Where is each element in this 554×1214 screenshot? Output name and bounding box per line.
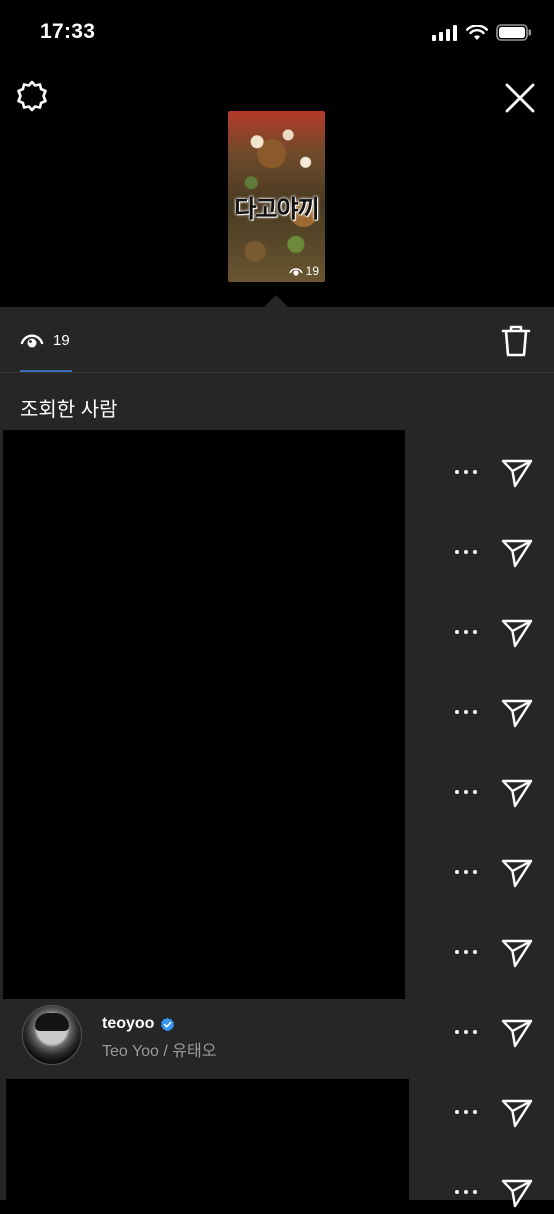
viewer-row-actions	[446, 535, 534, 569]
status-time: 17:33	[40, 20, 96, 43]
redacted-viewers-block	[6, 1079, 409, 1200]
send-icon[interactable]	[500, 455, 534, 489]
viewer-row-actions	[446, 855, 534, 889]
verified-badge-icon	[161, 1017, 175, 1031]
more-icon[interactable]	[446, 1017, 486, 1047]
viewer-row-actions	[446, 695, 534, 729]
viewer-row-actions	[446, 775, 534, 809]
more-icon[interactable]	[446, 617, 486, 647]
avatar[interactable]	[22, 1005, 82, 1065]
viewer-row-actions	[446, 1095, 534, 1129]
more-icon[interactable]	[446, 697, 486, 727]
tab-divider	[0, 372, 554, 373]
eye-icon	[20, 334, 44, 348]
status-icons	[432, 24, 532, 41]
more-icon[interactable]	[446, 857, 486, 887]
viewers-section-title: 조회한 사람	[20, 399, 118, 421]
viewer-row-actions	[446, 1015, 534, 1049]
send-icon[interactable]	[500, 1175, 534, 1209]
battery-icon	[496, 24, 531, 41]
more-icon[interactable]	[446, 777, 486, 807]
story-thumbnail[interactable]: 다고야끼 19	[228, 111, 325, 282]
more-icon[interactable]	[446, 457, 486, 487]
viewer-row-actions	[446, 935, 534, 969]
thumbnail-caption: 다고야끼	[234, 194, 319, 223]
viewer-username-row[interactable]: teoyoo	[102, 1015, 175, 1033]
more-icon[interactable]	[446, 1097, 486, 1127]
thumbnail-view-number: 19	[305, 264, 319, 278]
signal-icon	[432, 24, 457, 41]
tab-views[interactable]: 19	[20, 330, 70, 350]
settings-icon[interactable]	[14, 78, 50, 114]
more-icon[interactable]	[446, 537, 486, 567]
eye-icon	[288, 268, 303, 276]
viewer-row-actions	[446, 1175, 534, 1209]
more-icon[interactable]	[446, 1177, 486, 1207]
trash-icon[interactable]	[500, 323, 532, 359]
status-bar: 17:33	[0, 0, 554, 64]
more-icon[interactable]	[446, 937, 486, 967]
send-icon[interactable]	[500, 855, 534, 889]
send-icon[interactable]	[500, 1015, 534, 1049]
redacted-viewers-block	[3, 430, 405, 999]
viewer-username: teoyoo	[102, 1015, 155, 1032]
viewer-full-name: Teo Yoo / 유태오	[102, 1043, 217, 1060]
send-icon[interactable]	[500, 535, 534, 569]
close-icon[interactable]	[502, 80, 538, 116]
viewer-row-actions	[446, 455, 534, 489]
send-icon[interactable]	[500, 1095, 534, 1129]
wifi-icon	[466, 24, 488, 40]
send-icon[interactable]	[500, 775, 534, 809]
viewer-row-actions	[446, 615, 534, 649]
send-icon[interactable]	[500, 935, 534, 969]
send-icon[interactable]	[500, 615, 534, 649]
views-count: 19	[53, 331, 70, 349]
send-icon[interactable]	[500, 695, 534, 729]
thumbnail-view-count: 19	[288, 264, 319, 278]
